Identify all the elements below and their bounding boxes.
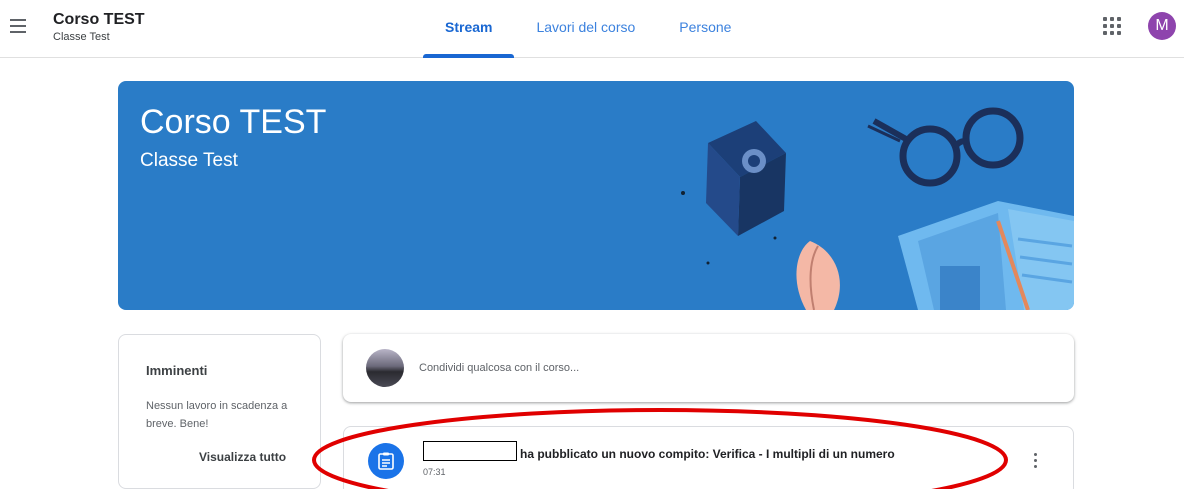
banner-subtitle: Classe Test bbox=[140, 150, 238, 171]
user-avatar[interactable]: M bbox=[1148, 12, 1176, 40]
upcoming-card: Imminenti Nessun lavoro in scadenza a br… bbox=[118, 334, 321, 489]
top-app-bar: Corso TEST Classe Test Stream Lavori del… bbox=[0, 0, 1184, 58]
redacted-author-name bbox=[423, 441, 517, 461]
assignment-icon bbox=[368, 443, 404, 479]
tab-classwork[interactable]: Lavori del corso bbox=[514, 0, 657, 58]
share-placeholder: Condividi qualcosa con il corso... bbox=[419, 362, 580, 374]
stream-post[interactable]: ha pubblicato un nuovo compito: Verifica… bbox=[343, 426, 1074, 489]
banner-title: Corso TEST bbox=[140, 103, 327, 141]
upcoming-message: Nessun lavoro in scadenza a breve. Bene! bbox=[146, 400, 288, 430]
tab-people[interactable]: Persone bbox=[657, 0, 753, 58]
course-section: Classe Test bbox=[53, 31, 110, 43]
user-photo-avatar bbox=[366, 349, 404, 387]
course-banner: Corso TEST Classe Test bbox=[118, 81, 1074, 310]
google-apps-grid-icon[interactable] bbox=[1103, 17, 1121, 35]
post-time: 07:31 bbox=[423, 467, 446, 477]
more-vert-icon[interactable] bbox=[1032, 453, 1038, 471]
upcoming-title: Imminenti bbox=[146, 363, 208, 378]
share-with-class-box[interactable]: Condividi qualcosa con il corso... bbox=[343, 334, 1074, 402]
view-all-link[interactable]: Visualizza tutto bbox=[199, 450, 286, 464]
hamburger-menu-icon[interactable] bbox=[10, 19, 30, 37]
banner-illustration bbox=[681, 107, 1074, 310]
course-title-block[interactable]: Corso TEST Classe Test bbox=[53, 10, 145, 44]
course-title: Corso TEST bbox=[53, 11, 145, 28]
post-text: ha pubblicato un nuovo compito: Verifica… bbox=[520, 447, 895, 461]
tab-stream[interactable]: Stream bbox=[423, 0, 515, 58]
course-tabs: Stream Lavori del corso Persone bbox=[423, 0, 753, 58]
